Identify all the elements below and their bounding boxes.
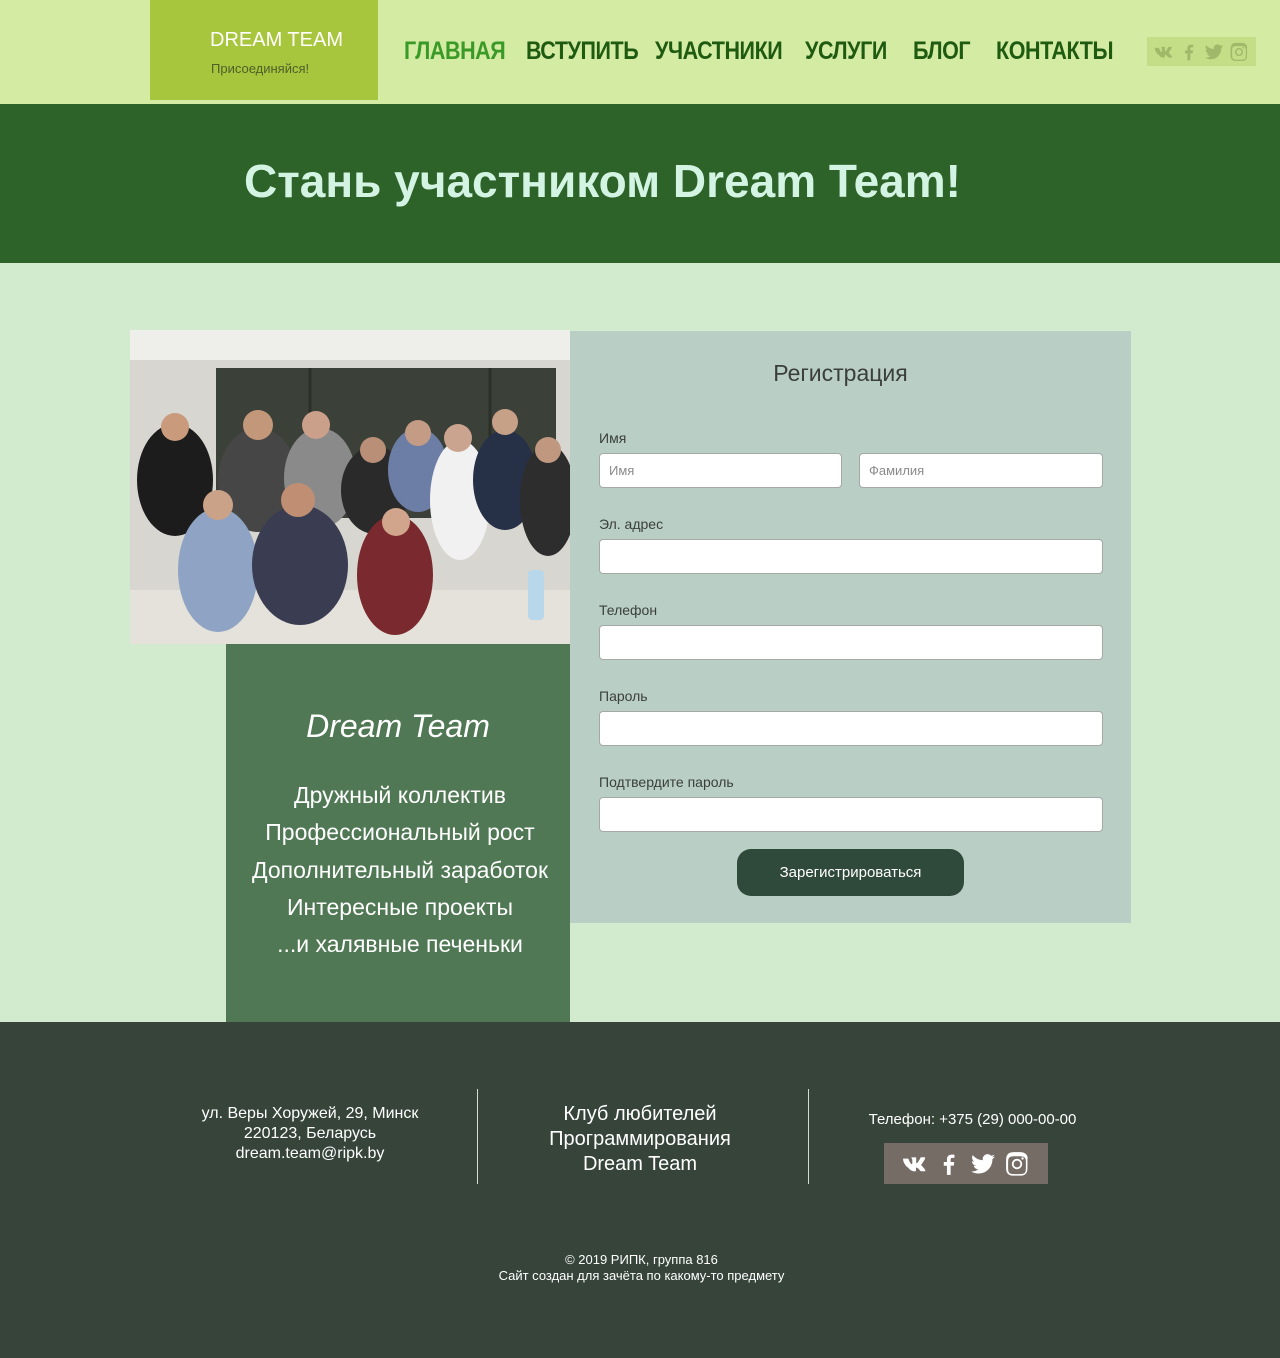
facebook-icon[interactable] [936,1151,962,1177]
twitter-icon[interactable] [1204,42,1224,62]
confirm-password-input[interactable] [599,797,1103,832]
confirm-password-label: Подтвердите пароль [599,774,734,790]
footer-divider [808,1089,809,1184]
address-line: ул. Веры Хоружей, 29, Минск [201,1105,419,1122]
facebook-icon[interactable] [1179,42,1199,62]
vk-icon[interactable] [1154,42,1174,62]
footer-phone: Телефон: +375 (29) 000-00-00 [868,1111,1077,1128]
team-photo [130,330,570,644]
benefit-item: ...и халявные печеньки [277,931,523,958]
footer-social-bar [884,1143,1048,1184]
twitter-icon[interactable] [970,1151,996,1177]
form-title: Регистрация [773,360,908,386]
copyright-text: © 2019 РИПК, группа 816 [565,1252,718,1267]
vk-icon[interactable] [902,1151,928,1177]
nav-item-contacts[interactable]: КОНТАКТЫ [996,37,1114,66]
logo[interactable]: DREAM TEAM Присоединяйся! [150,0,378,100]
email-label: Эл. адрес [599,516,664,532]
registration-form: Регистрация Имя Эл. адрес Телефон Пароль… [570,331,1131,923]
benefit-item: Дополнительный заработок [251,856,549,883]
footer-club: Клуб любителей Программирования Dream Te… [500,1102,780,1177]
nav-item-join[interactable]: ВСТУПИТЬ [526,37,639,66]
site-footer: ул. Веры Хоружей, 29, Минск 220123, Бела… [0,1022,1280,1358]
benefits-list: Дружный коллектив Профессиональный рост … [226,777,574,963]
nav-item-services[interactable]: УСЛУГИ [805,37,887,66]
logo-title: DREAM TEAM [210,29,343,51]
password-input[interactable] [599,711,1103,746]
register-button[interactable]: Зарегистрироваться [737,849,964,896]
instagram-icon[interactable] [1004,1151,1030,1177]
password-label: Пароль [599,688,648,704]
phone-input[interactable] [599,625,1103,660]
site-header: DREAM TEAM Присоединяйся! ГЛАВНАЯ ВСТУПИ… [0,0,1280,104]
footer-address: ул. Веры Хоружей, 29, Минск 220123, Бела… [160,1104,460,1164]
nav-item-members[interactable]: УЧАСТНИКИ [655,37,783,66]
benefit-item: Дружный коллектив [294,782,506,808]
footer-copyright: © 2019 РИПК, группа 816 Сайт создан для … [0,1252,1280,1284]
nav-item-home[interactable]: ГЛАВНАЯ [404,37,506,66]
about-title: Dream Team [306,708,490,744]
email-input[interactable] [599,539,1103,574]
footer-divider [477,1089,478,1184]
first-name-input[interactable] [599,453,842,488]
about-panel: Dream Team Дружный коллектив Профессиона… [226,644,570,1022]
hero-title: Стань участником Dream Team! [244,155,961,207]
phone-label: Телефон [599,602,658,618]
address-line: 220123, Беларусь [243,1125,377,1142]
logo-subtitle: Присоединяйся! [211,61,310,76]
nav-item-blog[interactable]: БЛОГ [913,37,971,66]
club-line: Dream Team [582,1153,698,1175]
team-photo-illustration [130,330,570,644]
footer-email[interactable]: dream.team@ripk.by [160,1144,460,1164]
last-name-input[interactable] [859,453,1103,488]
instagram-icon[interactable] [1229,42,1249,62]
benefit-item: Интересные проекты [286,893,513,920]
club-line: Программирования [549,1128,731,1150]
club-line: Клуб любителей [563,1103,717,1125]
header-social-bar [1147,37,1256,66]
copyright-note: Сайт создан для зачёта по какому-то пред… [498,1268,785,1283]
benefit-item: Профессиональный рост [265,819,535,846]
name-label: Имя [599,430,627,446]
hero-banner: Стань участником Dream Team! [0,104,1280,263]
